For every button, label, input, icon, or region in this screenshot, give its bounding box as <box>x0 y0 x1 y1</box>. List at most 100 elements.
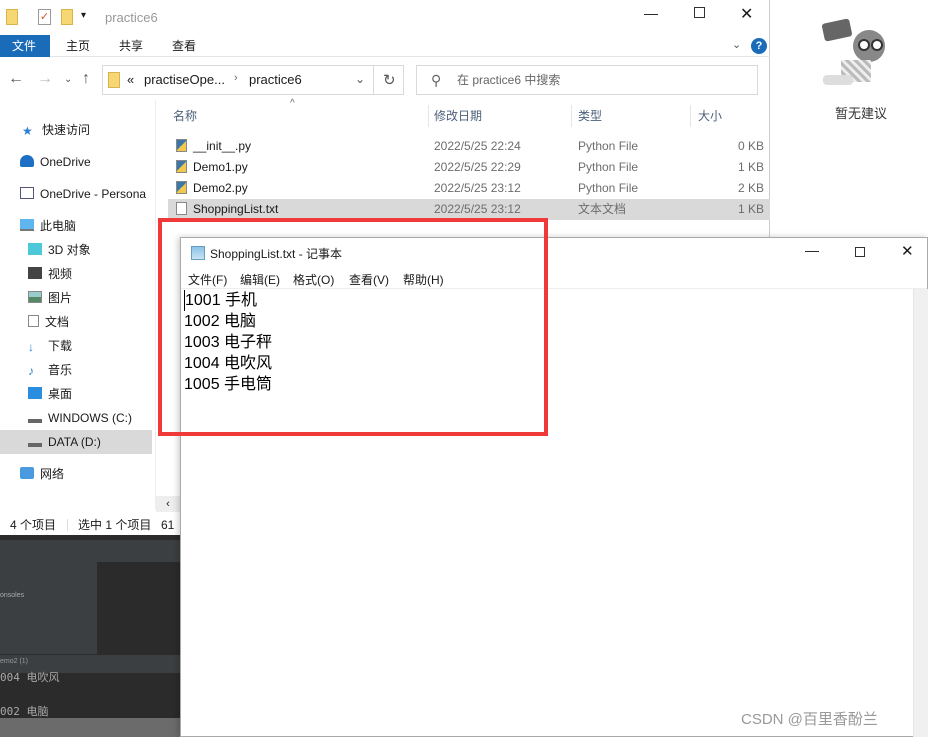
address-dropdown-icon[interactable]: ⌄ <box>355 72 365 86</box>
expand-ribbon-icon[interactable]: ⌄ <box>732 38 741 51</box>
column-header-date[interactable]: 修改日期 <box>434 105 482 127</box>
film-icon <box>28 267 42 279</box>
ide-panel: onsoles <box>0 562 97 654</box>
sidebar-item-3d-objects[interactable]: 3D 对象 <box>0 238 152 262</box>
cube-icon <box>28 243 42 255</box>
breadcrumb-parent[interactable]: practiseOpe... <box>144 72 225 87</box>
run-tab[interactable]: emo2 (1) <box>0 658 28 665</box>
sidebar-item-drive-d[interactable]: DATA (D:) <box>0 430 152 454</box>
tab-home[interactable]: 主页 <box>54 35 102 57</box>
back-button[interactable]: ← <box>8 70 24 88</box>
column-header-size[interactable]: 大小 <box>698 105 722 127</box>
column-divider[interactable] <box>571 105 572 127</box>
ide-bottom-bar <box>0 718 180 737</box>
minimize-button[interactable]: — <box>805 242 819 258</box>
cloud-icon <box>20 155 34 167</box>
file-row[interactable]: Demo1.py 2022/5/25 22:29 Python File 1 K… <box>168 157 770 178</box>
drive-icon <box>28 435 42 447</box>
picture-icon <box>28 291 42 303</box>
sidebar-item-downloads[interactable]: ↓ 下载 <box>0 334 152 358</box>
no-suggestions-text: 暂无建议 <box>835 106 888 121</box>
up-button[interactable]: ↑ <box>82 70 90 88</box>
sidebar-item-desktop[interactable]: 桌面 <box>0 382 152 406</box>
sidebar-label: 图片 <box>48 291 73 305</box>
breadcrumb-overflow[interactable]: « <box>127 72 134 87</box>
sidebar-item-documents[interactable]: 文档 <box>0 310 152 334</box>
computer-icon <box>20 219 34 231</box>
sidebar-label: OneDrive - Persona <box>40 187 147 201</box>
sidebar-item-onedrive-personal[interactable]: OneDrive - Persona <box>0 182 152 206</box>
file-row[interactable]: Demo2.py 2022/5/25 23:12 Python File 2 K… <box>168 178 770 199</box>
file-date: 2022/5/25 22:29 <box>434 160 521 174</box>
document-icon <box>28 315 39 327</box>
sidebar-label: 网络 <box>40 467 65 481</box>
tab-view[interactable]: 查看 <box>160 35 208 57</box>
sort-ascending-icon: ^ <box>290 98 295 109</box>
column-divider[interactable] <box>690 105 691 127</box>
search-placeholder: 在 practice6 中搜索 <box>457 73 561 87</box>
cartoon-mascot-illustration <box>821 15 893 93</box>
sidebar-label: 音乐 <box>48 363 73 377</box>
chevron-right-icon: › <box>234 72 238 84</box>
recent-locations-icon[interactable]: ⌄ <box>64 74 72 85</box>
close-button[interactable]: ✕ <box>740 4 753 24</box>
breadcrumb-current[interactable]: practice6 <box>249 72 302 87</box>
file-row[interactable]: __init__.py 2022/5/25 22:24 Python File … <box>168 136 770 157</box>
pane-divider[interactable] <box>155 100 156 510</box>
sidebar-item-music[interactable]: ♪ 音乐 <box>0 358 152 382</box>
refresh-icon[interactable]: ↻ <box>383 71 396 89</box>
sidebar-item-videos[interactable]: 视频 <box>0 262 152 286</box>
file-name: Demo2.py <box>193 181 248 195</box>
sidebar-item-pictures[interactable]: 图片 <box>0 286 152 310</box>
file-date: 2022/5/25 23:12 <box>434 181 521 195</box>
folder-icon <box>6 9 18 25</box>
tab-file[interactable]: 文件 <box>0 35 50 57</box>
ide-background-window: onsoles emo2 (1) 004 电吹风 002 电脑 <box>0 535 180 737</box>
sidebar-item-network[interactable]: 网络 <box>0 462 152 486</box>
scroll-left-button[interactable]: ‹ <box>156 496 180 512</box>
forward-button[interactable]: → <box>37 70 53 88</box>
column-divider[interactable] <box>428 105 429 127</box>
sidebar-item-drive-c[interactable]: WINDOWS (C:) <box>0 406 152 430</box>
sidebar-label: 文档 <box>45 315 70 329</box>
sidebar-item-this-pc[interactable]: 此电脑 <box>0 214 152 238</box>
maximize-button[interactable] <box>855 247 865 257</box>
drive-icon <box>28 411 42 423</box>
file-row-selected[interactable]: ShoppingList.txt 2022/5/25 23:12 文本文档 1 … <box>168 199 770 220</box>
star-icon: ★ <box>22 124 33 138</box>
divider <box>67 519 68 531</box>
properties-icon[interactable]: ✓ <box>38 9 51 25</box>
search-input[interactable]: ⚲ 在 practice6 中搜索 <box>416 65 758 95</box>
search-icon: ⚲ <box>431 72 442 88</box>
column-header-type[interactable]: 类型 <box>578 105 602 127</box>
minimize-button[interactable]: — <box>644 5 658 21</box>
new-folder-icon[interactable] <box>61 9 73 25</box>
text-file-icon <box>176 202 187 215</box>
address-bar[interactable]: « practiseOpe... › practice6 ⌄ ↻ <box>102 65 404 95</box>
desktop-icon <box>28 387 42 399</box>
window-title: practice6 <box>105 10 158 25</box>
quick-access-dropdown-icon[interactable]: ▾ <box>81 10 86 21</box>
sidebar-item-onedrive[interactable]: OneDrive <box>0 150 152 174</box>
column-header-name[interactable]: 名称 <box>173 105 197 127</box>
maximize-button[interactable] <box>694 7 705 18</box>
sidebar-label: 快速访问 <box>42 123 91 137</box>
file-name: __init__.py <box>193 139 252 153</box>
file-name: Demo1.py <box>193 160 248 174</box>
file-type: Python File <box>578 160 639 174</box>
close-button[interactable]: ✕ <box>901 242 914 260</box>
sidebar-item-quick-access[interactable]: ★ 快速访问 <box>0 118 152 142</box>
suggestion-panel: 暂无建议 <box>771 0 928 237</box>
sidebar-label: DATA (D:) <box>48 435 101 449</box>
file-size: 1 KB <box>737 160 764 174</box>
tab-share[interactable]: 共享 <box>107 35 155 57</box>
selected-count: 选中 1 个项目 <box>78 518 152 532</box>
ide-toolbar <box>0 540 180 562</box>
file-size: 0 KB <box>737 139 764 153</box>
sidebar-label: 此电脑 <box>40 219 77 233</box>
csdn-watermark: CSDN @百里香酚兰 <box>741 711 878 728</box>
vertical-scrollbar[interactable] <box>913 289 928 737</box>
folder-icon <box>108 72 120 88</box>
help-icon[interactable]: ? <box>751 38 767 54</box>
file-type: Python File <box>578 181 639 195</box>
